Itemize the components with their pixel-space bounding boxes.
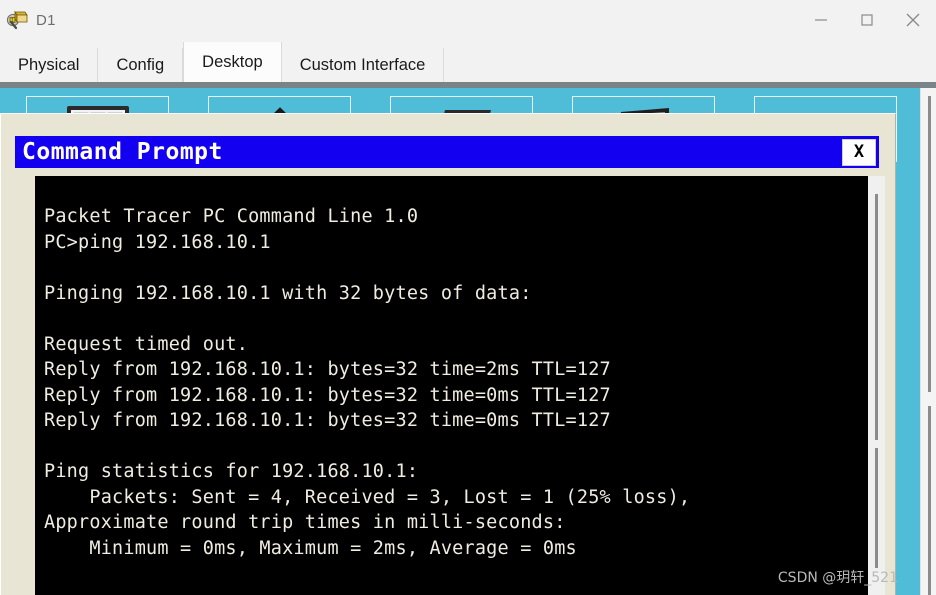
window-titlebar: 1 D1 bbox=[0, 0, 936, 40]
desktop-pane: Command Prompt X Packet Tracer PC Comman… bbox=[0, 88, 920, 595]
tab-config-label: Config bbox=[116, 55, 165, 74]
terminal-output-area[interactable]: Packet Tracer PC Command Line 1.0 PC>pin… bbox=[35, 176, 885, 595]
minimize-button[interactable] bbox=[798, 0, 844, 40]
minimize-icon bbox=[812, 11, 830, 29]
window-title: D1 bbox=[36, 11, 56, 29]
command-prompt-title: Command Prompt bbox=[22, 138, 223, 165]
window-controls bbox=[798, 0, 936, 40]
tab-custom-interface[interactable]: Custom Interface bbox=[281, 48, 445, 82]
tab-custom-interface-label: Custom Interface bbox=[299, 55, 426, 74]
packet-tracer-device-window: 1 D1 Physical Config Desktop Custom Inte… bbox=[0, 0, 936, 595]
desktop-scrollbar-thumb-lower[interactable] bbox=[928, 406, 931, 595]
tab-desktop-label: Desktop bbox=[202, 52, 263, 71]
maximize-icon bbox=[858, 11, 876, 29]
terminal-scrollbar-thumb-lower[interactable] bbox=[875, 448, 878, 568]
desktop-scrollbar[interactable] bbox=[920, 88, 936, 595]
terminal-output-text: Packet Tracer PC Command Line 1.0 PC>pin… bbox=[44, 206, 691, 559]
desktop-scrollbar-thumb[interactable] bbox=[928, 96, 931, 392]
tab-desktop[interactable]: Desktop bbox=[183, 42, 282, 82]
watermark: CSDN @玥轩_521 bbox=[777, 570, 898, 586]
packet-tracer-device-icon: 1 bbox=[6, 9, 28, 31]
device-tabs: Physical Config Desktop Custom Interface bbox=[0, 40, 936, 82]
command-prompt-close-button[interactable]: X bbox=[842, 138, 876, 166]
terminal-scrollbar-thumb[interactable] bbox=[875, 194, 878, 440]
close-button[interactable] bbox=[890, 0, 936, 40]
command-prompt-window: Command Prompt X Packet Tracer PC Comman… bbox=[0, 113, 896, 595]
tab-physical-label: Physical bbox=[18, 55, 80, 74]
tab-physical[interactable]: Physical bbox=[0, 48, 99, 82]
tab-config[interactable]: Config bbox=[98, 48, 184, 82]
command-prompt-titlebar[interactable]: Command Prompt X bbox=[15, 136, 879, 168]
maximize-button[interactable] bbox=[844, 0, 890, 40]
terminal-scrollbar[interactable] bbox=[868, 176, 885, 595]
close-icon bbox=[903, 10, 923, 30]
